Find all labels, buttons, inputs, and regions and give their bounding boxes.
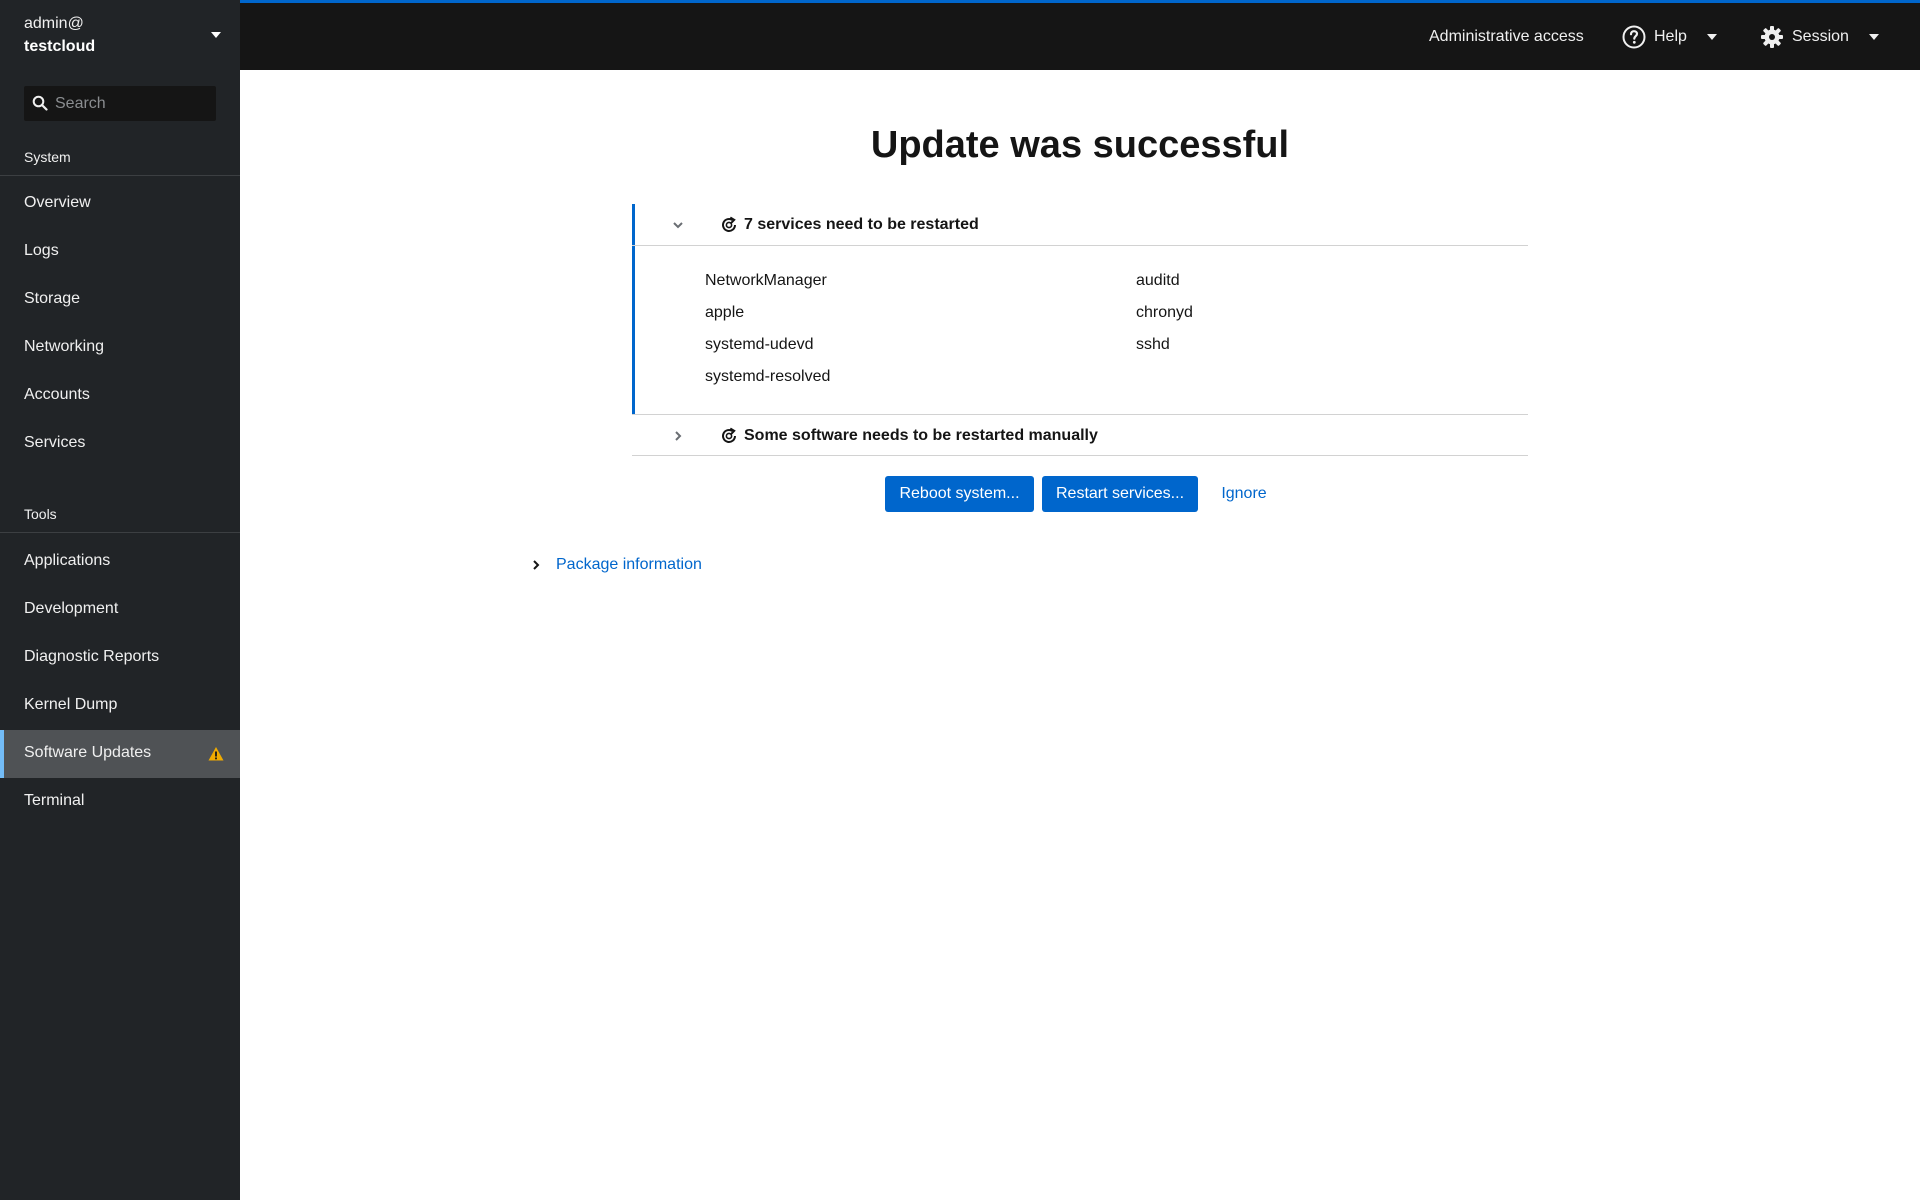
sidebar: admin@ testcloud System Overview Logs St… [0,0,240,1200]
chevron-right-icon[interactable] [530,559,542,571]
administrative-access-label: Administrative access [1429,27,1584,45]
session-menu[interactable]: Session [1760,3,1879,70]
nav-item-software-updates[interactable]: Software Updates [0,730,240,778]
caret-down-icon [1868,33,1879,40]
host-user: admin@ [24,15,84,32]
nav-item-label: Diagnostic Reports [24,648,160,665]
nav-item-label: Storage [24,290,81,307]
search-input[interactable] [55,86,213,121]
service-item: systemd-resolved [705,368,831,385]
session-label: Session [1792,27,1849,45]
nav-item-label: Services [24,434,86,451]
nav-item-kernel-dump[interactable]: Kernel Dump [0,682,240,730]
ignore-button[interactable]: Ignore [1206,476,1282,512]
caret-down-icon [1706,33,1717,40]
nav-section-title-system: System [24,149,71,165]
services-restart-title: 7 services need to be restarted [744,216,979,233]
process-restart-icon [722,216,736,232]
nav-item-label: Logs [24,242,59,259]
nav-item-label: Overview [24,194,91,211]
nav-item-services[interactable]: Services [0,420,240,468]
service-item: chronyd [1136,304,1193,321]
host-name: testcloud [24,38,96,55]
nav-item-storage[interactable]: Storage [0,276,240,324]
service-item: apple [705,304,745,321]
top-bar: Administrative access Help Session [240,0,1920,70]
restart-services-button[interactable]: Restart services... [1042,476,1198,512]
warning-icon [208,747,224,761]
nav-item-label: Kernel Dump [24,696,118,713]
caret-down-icon [211,32,221,38]
nav-item-applications[interactable]: Applications [0,538,240,586]
nav-divider [0,175,240,176]
service-item: NetworkManager [705,272,827,289]
nav-section-title-tools: Tools [24,506,57,522]
nav-divider [0,532,240,533]
administrative-access-button[interactable]: Administrative access [1429,3,1584,70]
nav-item-development[interactable]: Development [0,586,240,634]
help-menu[interactable]: Help [1622,3,1717,70]
service-item: sshd [1136,336,1170,353]
help-label: Help [1654,27,1687,45]
chevron-down-icon [673,222,683,229]
nav-item-label: Applications [24,552,111,569]
nav-item-overview[interactable]: Overview [0,180,240,228]
host-switcher[interactable]: admin@ testcloud [0,0,240,70]
nav-item-label: Terminal [24,792,85,809]
nav-item-terminal[interactable]: Terminal [0,778,240,826]
service-item: auditd [1136,272,1180,289]
nav-item-label: Development [24,600,119,617]
nav-item-networking[interactable]: Networking [0,324,240,372]
nav-item-label: Networking [24,338,105,355]
nav-item-label: Software Updates [24,744,152,761]
nav-item-diagnostic-reports[interactable]: Diagnostic Reports [0,634,240,682]
service-item: systemd-udevd [705,336,814,353]
services-restart-toggle[interactable]: 7 services need to be restarted [632,204,1528,246]
manual-restart-toggle[interactable]: Some software needs to be restarted manu… [632,414,1528,456]
package-information-link[interactable]: Package information [556,556,702,574]
nav-item-logs[interactable]: Logs [0,228,240,276]
search-icon [32,95,48,111]
manual-restart-title: Some software needs to be restarted manu… [744,427,1098,444]
reboot-system-button[interactable]: Reboot system... [885,476,1034,512]
process-restart-icon [722,427,736,443]
gear-icon [1761,25,1783,48]
nav-item-accounts[interactable]: Accounts [0,372,240,420]
search-box [24,86,216,121]
page-title: Update was successful [870,124,1290,166]
nav-item-label: Accounts [24,386,90,403]
help-icon [1622,25,1646,48]
chevron-right-icon [675,431,682,441]
